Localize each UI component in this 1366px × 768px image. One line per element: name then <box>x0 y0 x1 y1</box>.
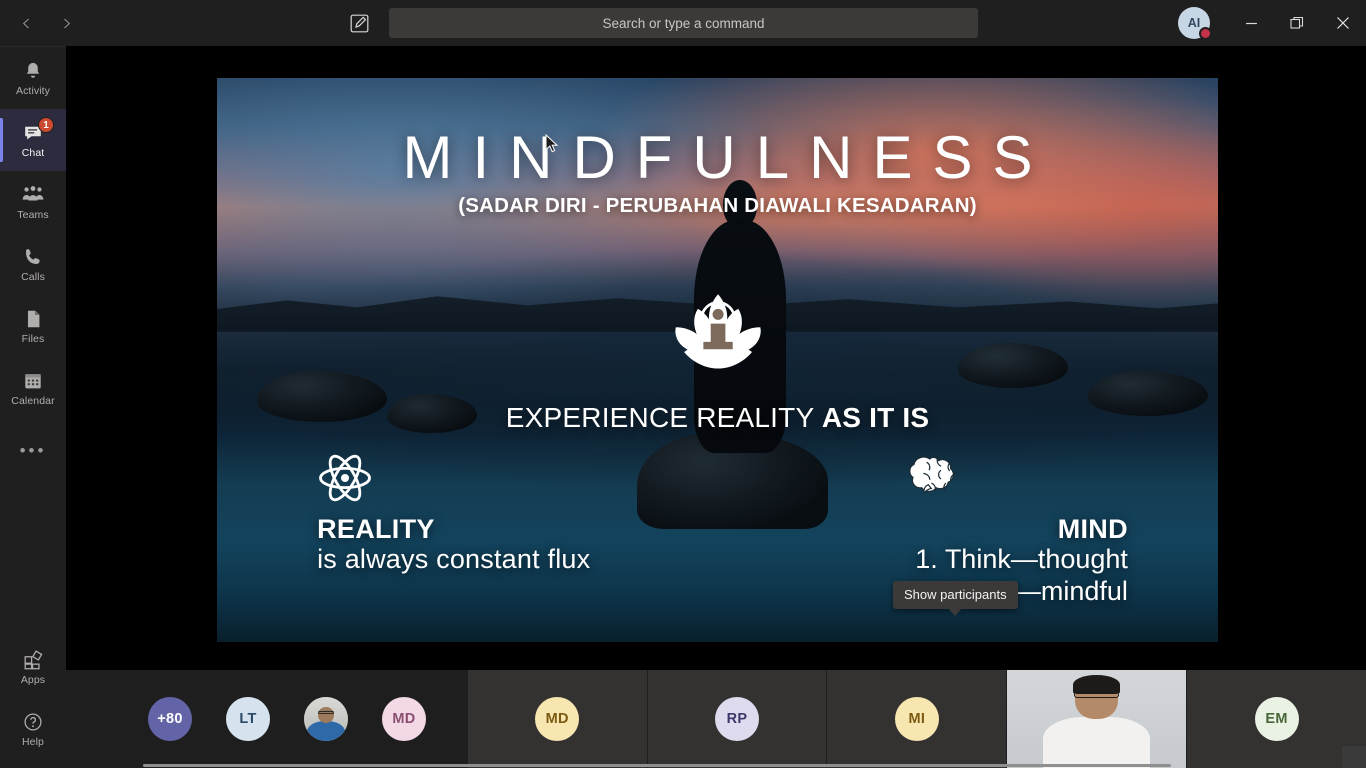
avatar: RP <box>715 697 760 741</box>
more-options-icon: ••• <box>19 440 47 460</box>
sidebar-item-teams[interactable]: Teams <box>0 171 66 233</box>
slide-column-reality: REALITY is always constant flux <box>317 450 590 576</box>
participants-overflow-count[interactable]: +80 <box>148 697 192 741</box>
participant-tile-mi[interactable]: MI <box>826 670 1007 768</box>
participant-avatar-lt[interactable]: LT <box>226 697 270 741</box>
sidebar-item-more[interactable]: ••• <box>0 419 66 481</box>
video-person-body <box>1043 717 1151 768</box>
maximize-button[interactable] <box>1274 0 1320 46</box>
apps-icon <box>24 649 43 669</box>
search-placeholder: Search or type a command <box>602 15 765 31</box>
video-person-glasses <box>1074 690 1120 699</box>
reality-heading: REALITY <box>317 514 435 545</box>
participant-avatar-photo[interactable] <box>304 697 348 741</box>
tagline-regular: EXPERIENCE REALITY <box>505 402 822 434</box>
sidebar-item-activity[interactable]: Activity <box>0 47 66 109</box>
participant-tile-rp[interactable]: RP <box>646 670 827 768</box>
chevron-right-icon <box>63 18 70 28</box>
calendar-icon <box>25 373 41 388</box>
new-chat-button[interactable] <box>345 9 373 37</box>
slide-subtitle: (SADAR DIRI - PERUBAHAN DIAWALI KESADARA… <box>458 193 977 217</box>
reality-text: is always constant flux <box>317 544 591 575</box>
avatar-initials: RP <box>726 711 748 727</box>
sidebar-item-label: Apps <box>20 673 46 686</box>
participant-tile-md[interactable]: MD <box>466 670 647 768</box>
avatar-initials: MD <box>545 711 569 727</box>
avatar: MI <box>894 697 939 741</box>
avatar-photo-body <box>307 721 345 741</box>
chat-unread-badge: 1 <box>38 117 54 133</box>
tagline-bold: AS IT IS <box>821 402 930 434</box>
video-feed <box>1007 670 1187 768</box>
sidebar-item-label: Activity <box>15 84 51 97</box>
sidebar-item-label: Chat <box>21 146 45 159</box>
sidebar-item-chat[interactable]: 1 Chat <box>0 109 66 171</box>
user-avatar[interactable]: AI <box>1178 7 1212 40</box>
slide-tagline: EXPERIENCE REALITY AS IT IS <box>217 402 1218 434</box>
slide-title: MINDFULNESS <box>402 123 1053 191</box>
sidebar-item-apps[interactable]: Apps <box>0 636 66 698</box>
participant-tile-video[interactable] <box>1006 670 1187 768</box>
brain-icon <box>909 450 1128 506</box>
participant-tile-em[interactable]: EM <box>1186 670 1366 768</box>
avatar-initials: EM <box>1265 711 1288 727</box>
minimize-icon <box>1245 22 1257 24</box>
sidebar-item-files[interactable]: Files <box>0 295 66 357</box>
phone-icon <box>26 248 40 264</box>
list-item: 1. Think—thought <box>915 544 1128 575</box>
rail-bottom-group: Apps Help <box>0 636 66 760</box>
close-icon <box>1337 17 1349 29</box>
participant-strip: +80 LT MD MD RP MI EM <box>66 670 1366 768</box>
sidebar-item-calendar[interactable]: Calendar <box>0 357 66 419</box>
mind-heading: MIND <box>1057 514 1128 545</box>
navigation-arrows <box>12 9 80 37</box>
avatar-initials: MI <box>908 711 926 727</box>
files-icon <box>27 310 40 327</box>
app-rail: Activity 1 Chat Teams Calls Files Calend… <box>0 46 66 768</box>
overflow-label: +80 <box>157 711 183 727</box>
bottom-right-corner-patch <box>1342 746 1366 768</box>
sidebar-item-label: Teams <box>17 208 49 221</box>
teams-meeting-window: Search or type a command AI Activity 1 C… <box>0 0 1366 768</box>
close-button[interactable] <box>1320 0 1366 46</box>
sidebar-item-label: Calendar <box>11 394 55 407</box>
minimize-button[interactable] <box>1228 0 1274 46</box>
restore-icon <box>1290 16 1304 29</box>
sidebar-item-label: Help <box>22 735 44 748</box>
mouse-cursor <box>545 134 559 154</box>
window-right-controls: AI <box>1178 0 1366 46</box>
meeting-stage: MINDFULNESS (SADAR DIRI - PERUBAHAN DIAW… <box>66 46 1366 670</box>
tooltip-text: Show participants <box>904 587 1007 602</box>
sidebar-item-calls[interactable]: Calls <box>0 233 66 295</box>
title-bar: Search or type a command AI <box>0 0 1366 46</box>
avatar-initials: AI <box>1187 16 1201 30</box>
sidebar-item-label: Files <box>21 332 45 345</box>
presence-badge <box>1199 27 1212 40</box>
help-icon <box>24 712 42 731</box>
shared-presentation-slide[interactable]: MINDFULNESS (SADAR DIRI - PERUBAHAN DIAW… <box>217 78 1218 642</box>
chevron-left-icon <box>22 18 29 28</box>
avatar-initials: LT <box>239 711 257 727</box>
sidebar-item-help[interactable]: Help <box>0 698 66 760</box>
bell-icon <box>26 62 40 78</box>
forward-button[interactable] <box>52 9 80 37</box>
atom-icon <box>317 450 590 506</box>
bottom-edge-highlight <box>143 764 1171 767</box>
teams-icon <box>22 185 44 201</box>
participant-roster-overflow: +80 LT MD <box>66 670 467 768</box>
sidebar-item-label: Calls <box>21 270 45 283</box>
avatar-photo-head <box>317 706 335 723</box>
search-input[interactable]: Search or type a command <box>389 8 978 38</box>
avatar: EM <box>1254 697 1299 741</box>
compose-icon <box>350 14 368 32</box>
avatar-photo-glasses <box>317 710 335 714</box>
avatar-initials: MD <box>392 711 416 727</box>
lotus-meditation-icon <box>663 281 773 388</box>
show-participants-tooltip: Show participants <box>893 581 1018 616</box>
participant-avatar-md-pink[interactable]: MD <box>382 697 426 741</box>
avatar: MD <box>535 697 580 741</box>
back-button[interactable] <box>12 9 40 37</box>
